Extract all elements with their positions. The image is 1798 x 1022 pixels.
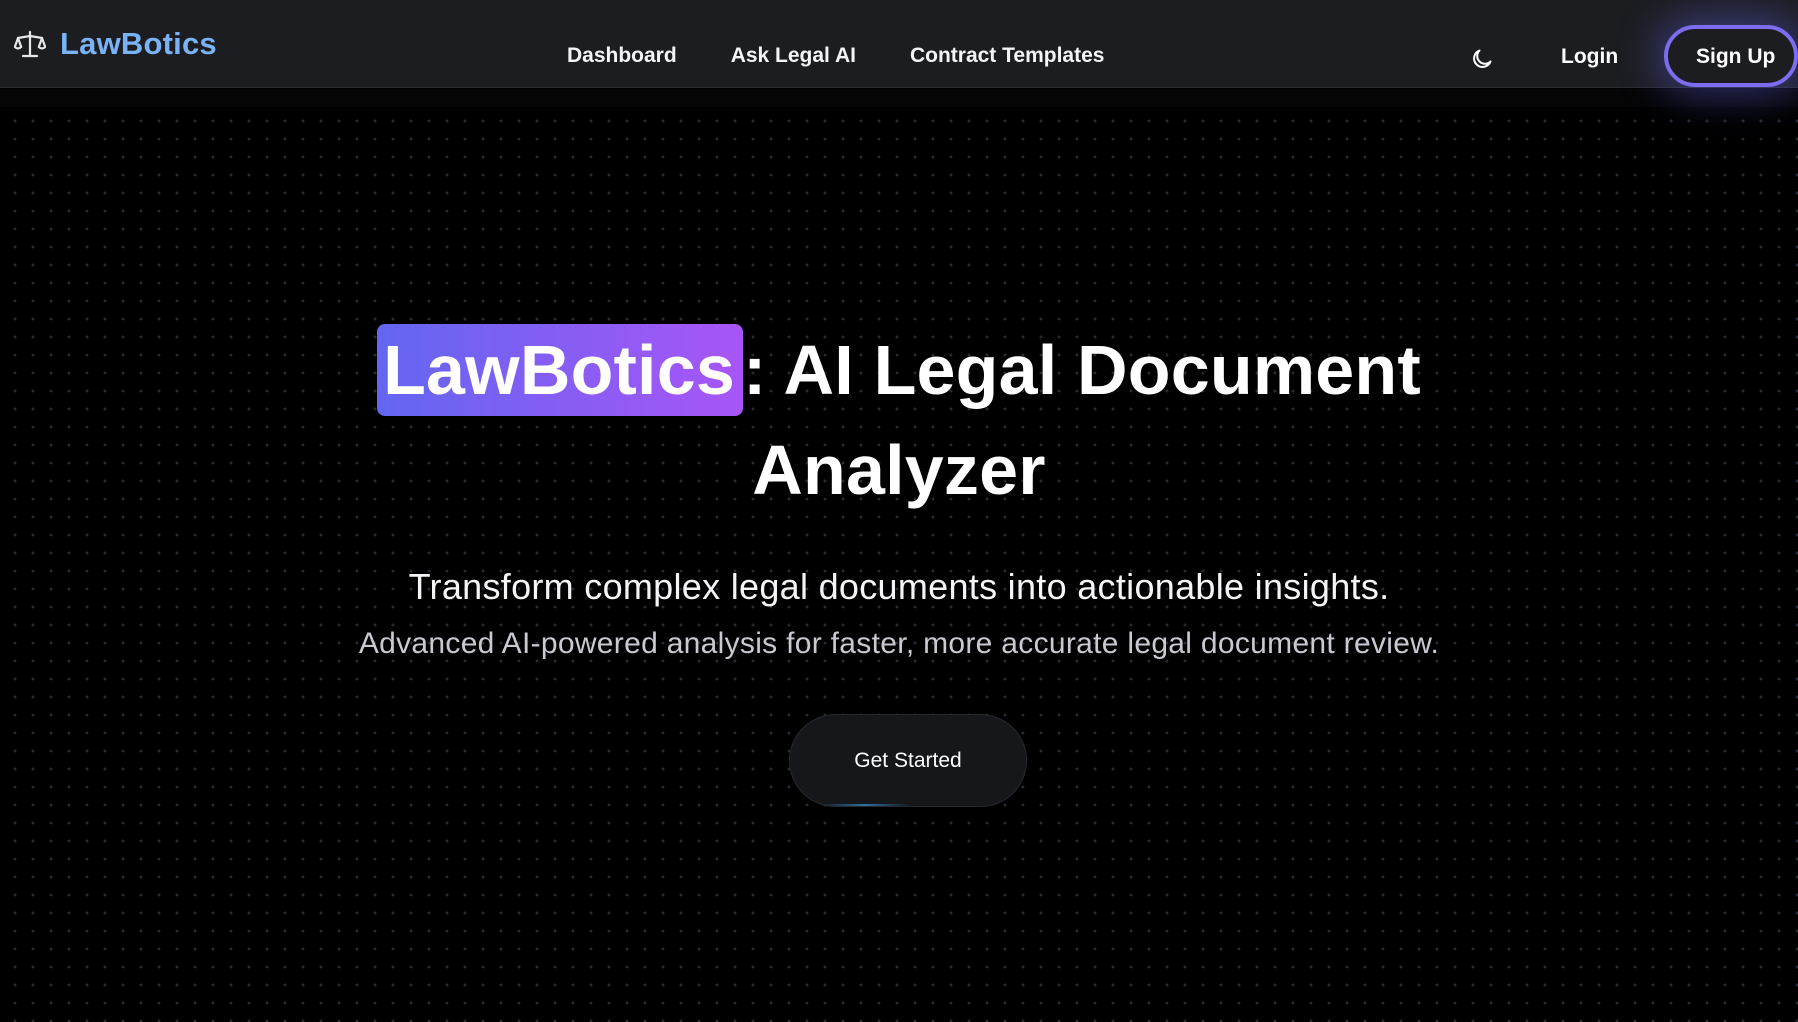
brand-name: LawBotics xyxy=(60,26,217,61)
brand-logo-link[interactable]: LawBotics xyxy=(14,26,217,62)
top-navbar: LawBotics Dashboard Ask Legal AI Contrac… xyxy=(0,0,1798,107)
hero-title-line2: Analyzer xyxy=(752,431,1046,509)
login-link[interactable]: Login xyxy=(1561,44,1618,70)
hero-subtitle: Transform complex legal documents into a… xyxy=(408,566,1390,607)
landing-page: LawBotics Dashboard Ask Legal AI Contrac… xyxy=(0,0,1798,1022)
get-started-button[interactable]: Get Started xyxy=(789,714,1027,807)
hero-section: LawBotics: AI Legal Document Analyzer Tra… xyxy=(0,320,1798,665)
hero-description: Advanced AI-powered analysis for faster,… xyxy=(358,627,1440,660)
nav-link-ask-legal-ai[interactable]: Ask Legal AI xyxy=(731,43,856,69)
hero-title: LawBotics: AI Legal Document Analyzer xyxy=(299,320,1499,520)
nav-link-dashboard[interactable]: Dashboard xyxy=(567,43,677,69)
nav-link-contract-templates[interactable]: Contract Templates xyxy=(910,43,1105,69)
scale-icon xyxy=(14,30,46,58)
signup-button[interactable]: Sign Up xyxy=(1664,25,1798,87)
moon-icon xyxy=(1473,49,1492,68)
main-nav: Dashboard Ask Legal AI Contract Template… xyxy=(567,44,1104,69)
hero-title-highlight: LawBotics xyxy=(377,324,743,416)
signup-button-label: Sign Up xyxy=(1696,45,1776,68)
cta-container: Get Started xyxy=(789,714,1027,807)
theme-toggle-button[interactable] xyxy=(1468,45,1496,73)
hero-title-rest: : AI Legal Document xyxy=(742,331,1421,409)
